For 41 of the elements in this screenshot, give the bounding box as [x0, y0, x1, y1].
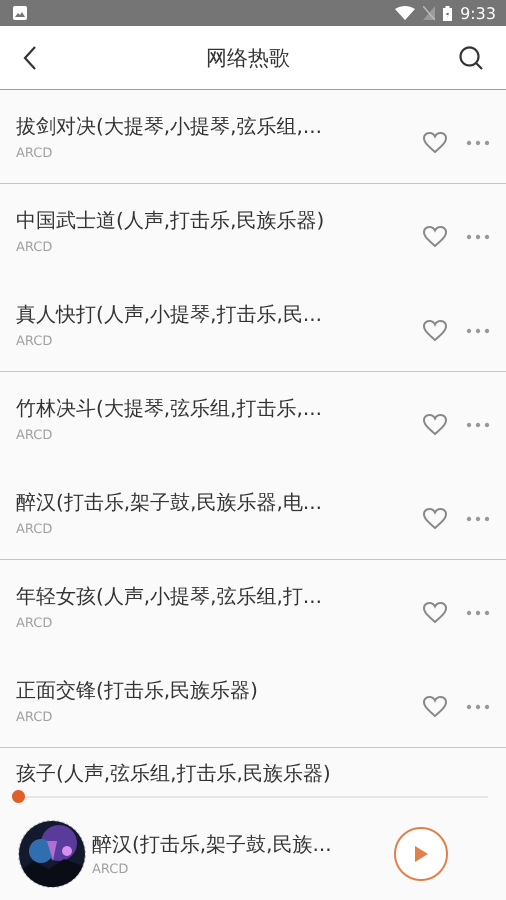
song-title[interactable]: 竹林决斗(大提琴,弦乐组,打击乐,...: [16, 394, 422, 422]
more-icon[interactable]: [466, 516, 490, 522]
progress-thumb[interactable]: [12, 790, 25, 803]
chevron-left-icon[interactable]: [22, 44, 38, 70]
artist-name: ARCD: [16, 710, 54, 724]
artist-name: ARCD: [16, 146, 54, 160]
song-title[interactable]: 孩子(人声,弦乐组,打击乐,民族乐器): [16, 761, 331, 785]
more-icon[interactable]: [466, 234, 490, 240]
heart-icon[interactable]: [422, 600, 448, 624]
wifi-icon: [395, 6, 416, 20]
song-title[interactable]: 醉汉(打击乐,架子鼓,民族乐器,电...: [16, 488, 422, 516]
song-title[interactable]: 拔剑对决(大提琴,小提琴,弦乐组,...: [16, 112, 422, 140]
heart-icon[interactable]: [422, 318, 448, 342]
heart-icon[interactable]: [422, 506, 448, 530]
play-icon[interactable]: [412, 844, 430, 864]
artist-name: ARCD: [16, 616, 54, 630]
song-title[interactable]: 中国武士道(人声,打击乐,民族乐器): [16, 206, 422, 234]
heart-icon[interactable]: [422, 130, 448, 154]
song-title[interactable]: 真人快打(人声,小提琴,打击乐,民...: [16, 300, 422, 328]
artist-name: ARCD: [92, 862, 130, 877]
page-title: 网络热歌: [206, 44, 290, 72]
song-title[interactable]: 年轻女孩(人声,小提琴,弦乐组,打...: [16, 582, 422, 610]
heart-icon[interactable]: [422, 412, 448, 436]
more-icon[interactable]: [466, 704, 490, 710]
artist-name: ARCD: [16, 334, 54, 348]
no-sim-icon: [423, 6, 436, 20]
heart-icon[interactable]: [422, 694, 448, 718]
battery-icon: [443, 6, 452, 20]
more-icon[interactable]: [466, 328, 490, 334]
more-icon[interactable]: [466, 610, 490, 616]
image-icon: [12, 5, 28, 21]
more-icon[interactable]: [466, 140, 490, 146]
play-button[interactable]: [394, 827, 448, 881]
more-icon[interactable]: [466, 422, 490, 428]
artist-name: ARCD: [16, 428, 54, 442]
heart-icon[interactable]: [422, 224, 448, 248]
artist-name: ARCD: [16, 240, 54, 254]
now-playing-title[interactable]: 醉汉(打击乐,架子鼓,民族...: [92, 831, 388, 858]
song-title[interactable]: 正面交锋(打击乐,民族乐器): [16, 676, 422, 704]
artist-name: ARCD: [16, 522, 54, 536]
clock-time: 9:33: [460, 4, 496, 22]
